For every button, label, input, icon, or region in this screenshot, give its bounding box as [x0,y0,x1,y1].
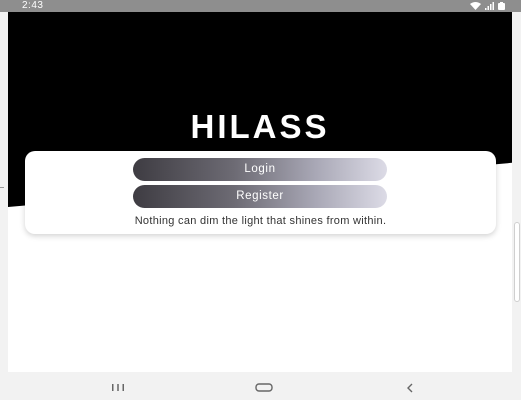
recents-button[interactable] [100,375,136,400]
login-button[interactable]: Login [133,158,387,181]
wifi-icon [470,2,481,10]
status-icons [470,2,505,10]
home-icon [255,383,273,392]
recents-icon [112,384,124,391]
app-window: HILASS Login Register Nothing can dim th… [8,12,512,372]
edge-panel-handle[interactable] [514,222,520,302]
home-button[interactable] [246,375,282,400]
phone-screen: 2:43 HILASS Login Register Nothing can d… [0,0,521,400]
navigation-bar [0,375,521,400]
register-button[interactable]: Register [133,185,387,208]
status-time: 2:43 [22,0,44,11]
battery-icon [498,2,505,10]
auth-card: Login Register Nothing can dim the light… [25,151,496,234]
app-title: HILASS [190,108,330,145]
signal-icon [485,2,494,10]
back-icon [407,383,413,392]
status-bar: 2:43 [0,0,521,12]
tagline: Nothing can dim the light that shines fr… [134,215,387,227]
back-button[interactable] [392,375,428,400]
left-edge-mark [0,187,4,188]
